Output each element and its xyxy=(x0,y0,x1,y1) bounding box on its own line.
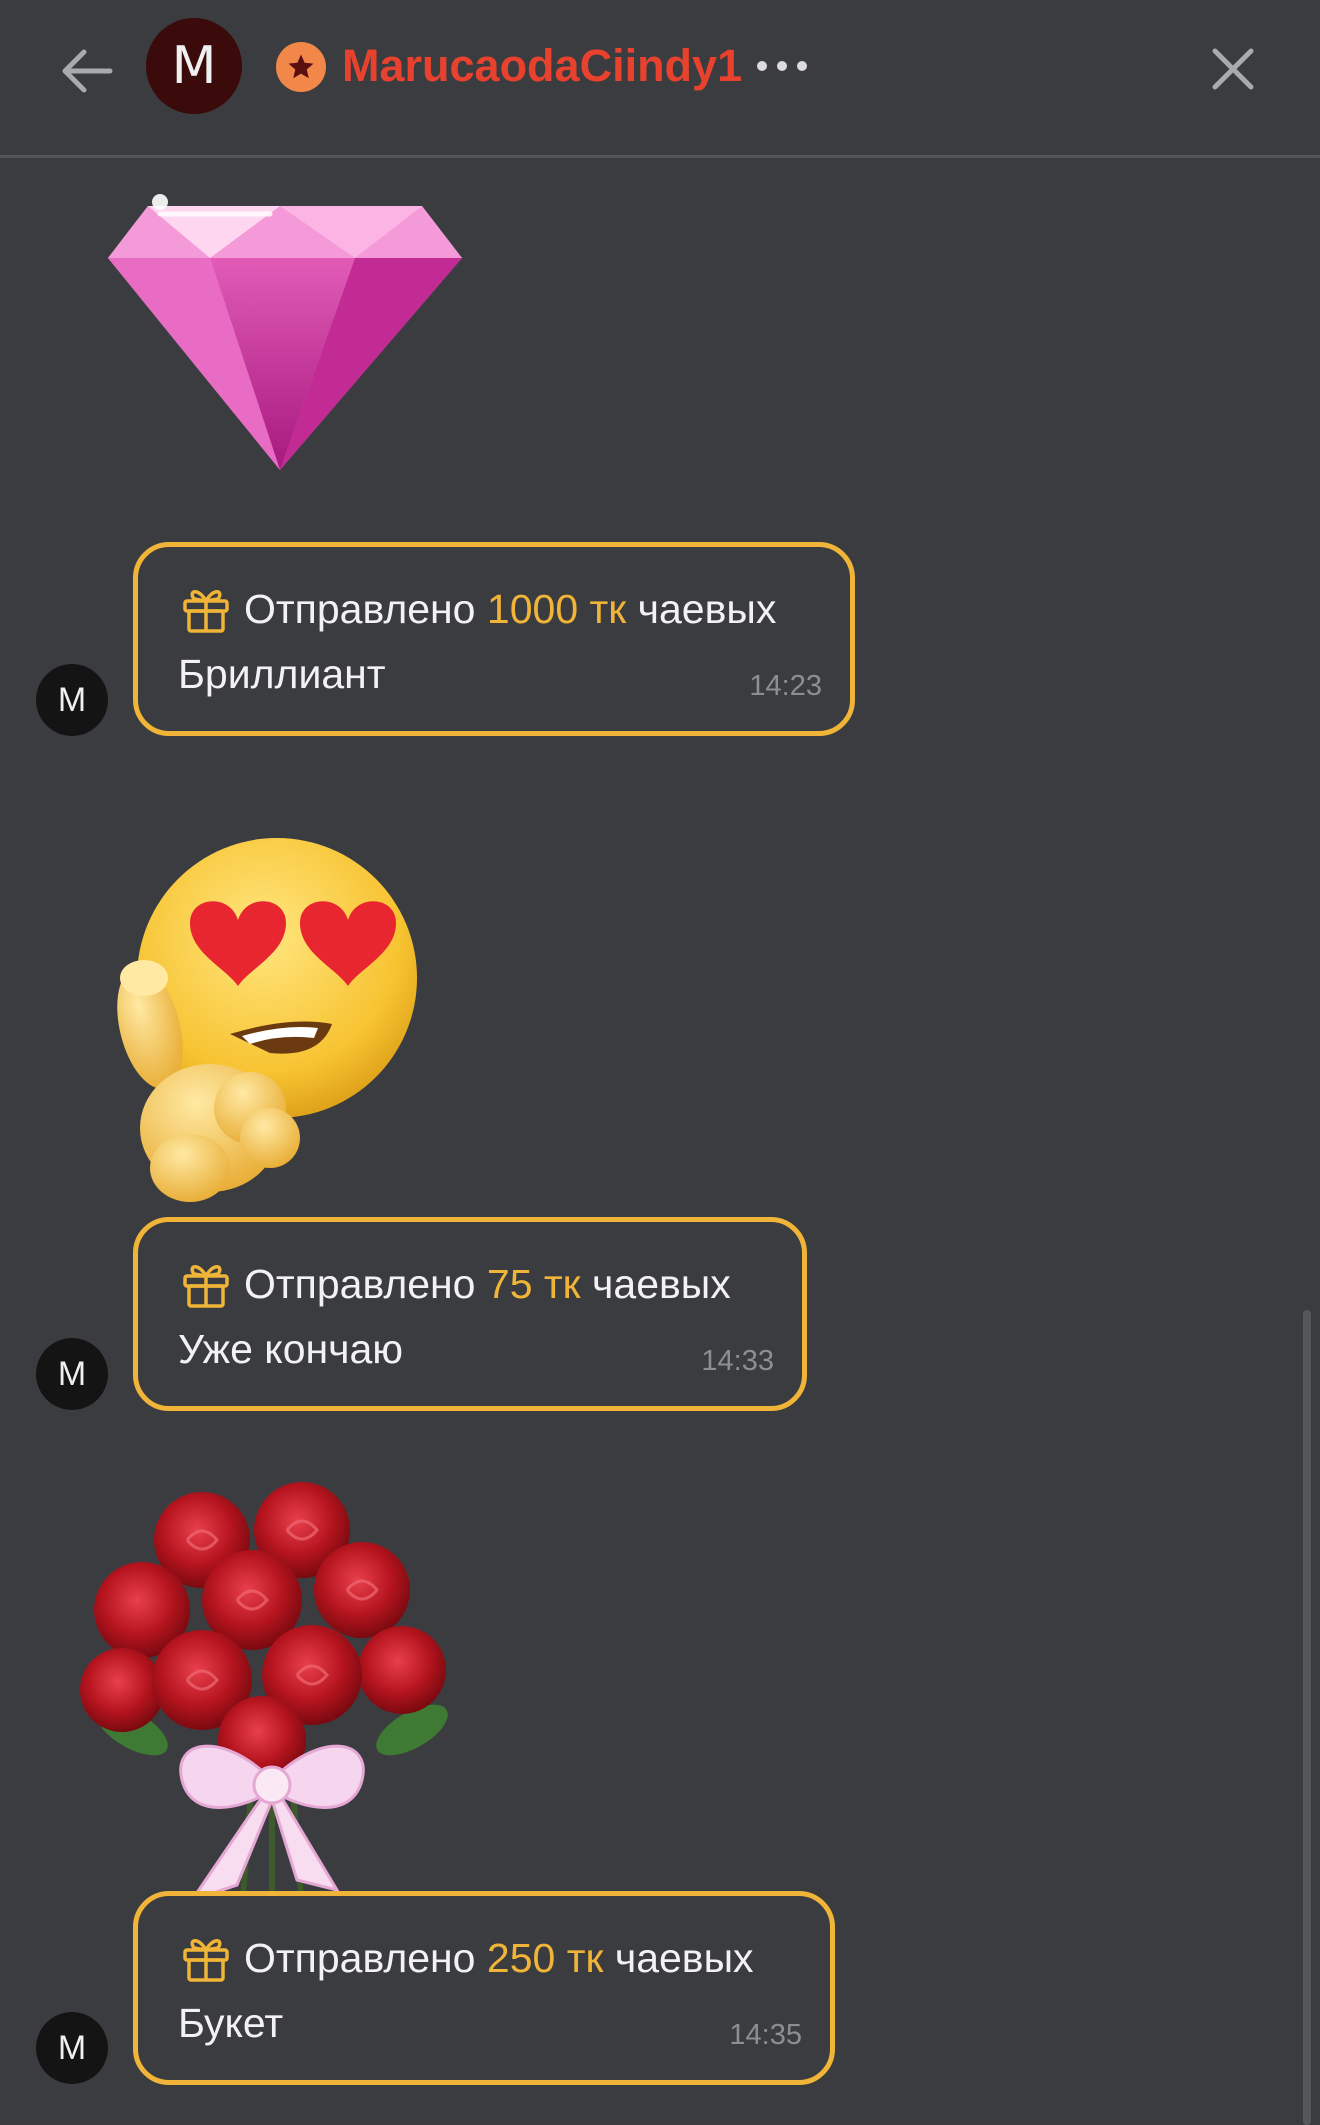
sender-avatar-letter: M xyxy=(57,680,87,719)
close-button[interactable] xyxy=(1200,36,1266,102)
sender-avatar-letter: M xyxy=(57,2028,87,2067)
chat-header: M MarucaodaCiindy1 xyxy=(0,0,1320,158)
username[interactable]: MarucaodaCiindy1 xyxy=(342,36,742,96)
chat-screen: M MarucaodaCiindy1 Отправлено 1000 тк ча… xyxy=(0,0,1320,2125)
gift-name: Букет xyxy=(178,2000,284,2046)
tip-suffix: чаевых xyxy=(614,1934,754,1981)
tip-summary: Отправлено 250 тк чаевых xyxy=(180,1932,754,1984)
gift-name: Уже кончаю xyxy=(178,1326,404,1372)
arrow-left-icon xyxy=(62,49,113,93)
star-icon xyxy=(276,42,326,92)
scrollbar[interactable] xyxy=(1303,1310,1311,2125)
sender-avatar[interactable]: M xyxy=(36,1338,108,1410)
tip-message-bubble: Отправлено 250 тк чаевых Букет 14:35 xyxy=(133,1891,835,2085)
heart-eyes-emoji-gift-image xyxy=(117,838,417,1202)
gift-icon xyxy=(183,1939,229,1982)
tip-suffix: чаевых xyxy=(637,585,777,632)
tip-amount: 75 тк xyxy=(486,1260,581,1307)
tip-message-bubble: Отправлено 1000 тк чаевых Бриллиант 14:2… xyxy=(133,542,855,736)
message-timestamp: 14:23 xyxy=(749,670,822,702)
avatar-letter: M xyxy=(171,36,217,96)
message-timestamp: 14:35 xyxy=(729,2019,802,2051)
tip-amount: 1000 тк xyxy=(486,585,627,632)
gift-name: Бриллиант xyxy=(178,651,386,697)
tip-summary: Отправлено 1000 тк чаевых xyxy=(180,583,776,635)
tip-summary: Отправлено 75 тк чаевых xyxy=(180,1258,731,1310)
back-button[interactable] xyxy=(52,36,122,106)
sender-avatar-letter: M xyxy=(57,1354,87,1393)
more-options-button[interactable] xyxy=(752,44,812,88)
gift-icon xyxy=(183,590,229,633)
tip-amount: 250 тк xyxy=(486,1934,604,1981)
close-icon xyxy=(1212,48,1254,90)
sender-avatar[interactable]: M xyxy=(36,664,108,736)
gift-icon xyxy=(183,1265,229,1308)
tip-sent-label: Отправлено xyxy=(244,585,476,632)
tip-message-bubble: Отправлено 75 тк чаевых Уже кончаю 14:33 xyxy=(133,1217,807,1411)
diamond-gift-image xyxy=(108,194,462,470)
message-timestamp: 14:33 xyxy=(701,1345,774,1377)
tip-sent-label: Отправлено xyxy=(244,1260,476,1307)
more-dots-icon xyxy=(757,61,807,71)
sender-avatar[interactable]: M xyxy=(36,2012,108,2084)
tip-suffix: чаевых xyxy=(592,1260,731,1307)
tip-sent-label: Отправлено xyxy=(244,1934,476,1981)
rose-bouquet-gift-image xyxy=(80,1482,448,1911)
avatar[interactable]: M xyxy=(146,18,242,114)
